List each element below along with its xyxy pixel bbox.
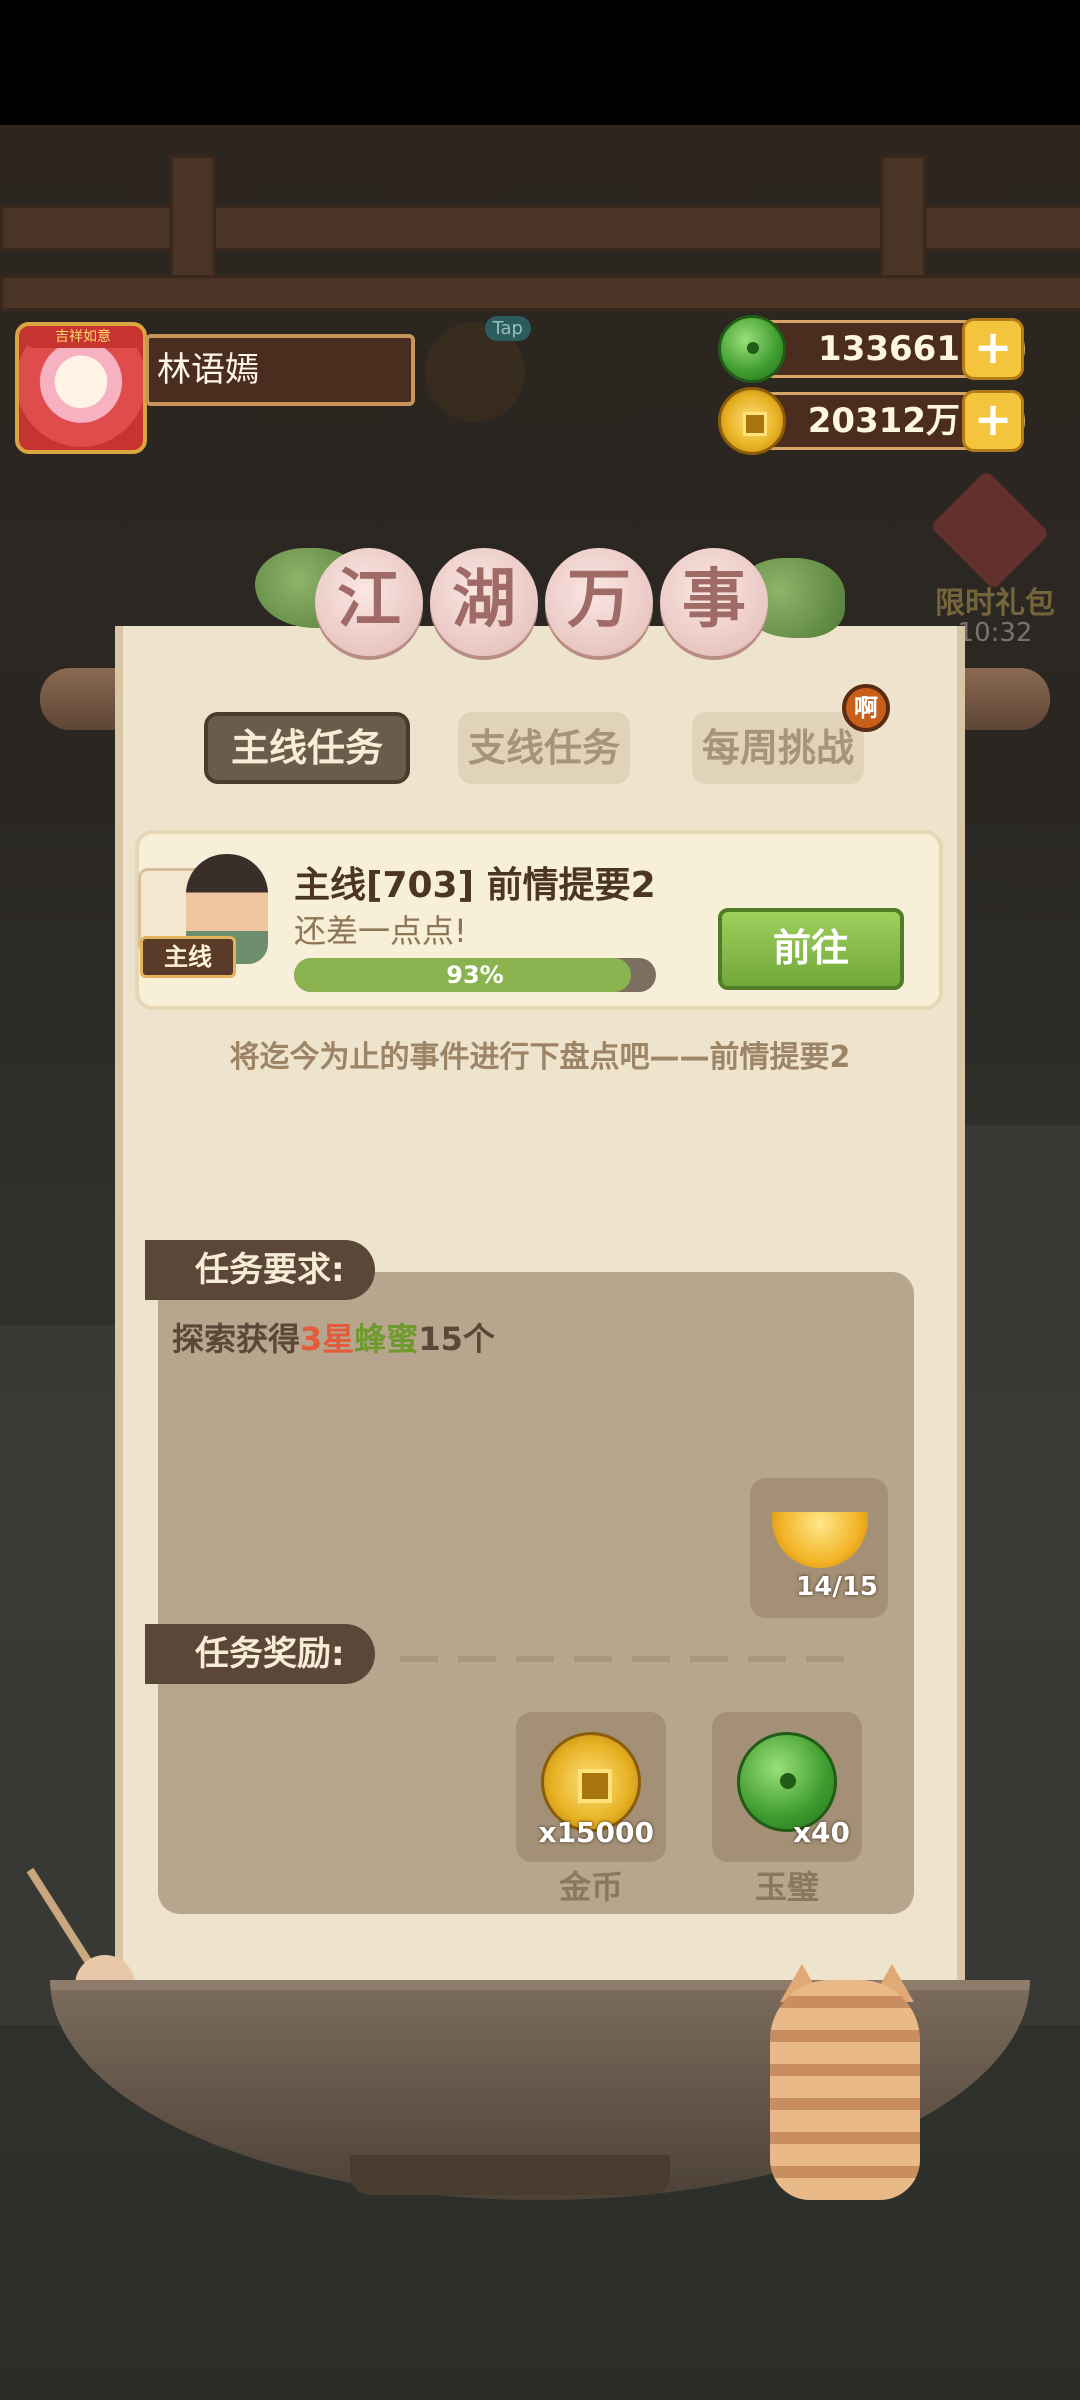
quest-title: 主线[703] 前情提要2 — [294, 865, 656, 906]
req-star: 3星 — [300, 1320, 355, 1358]
gift-label: 限时礼包 — [935, 586, 1055, 621]
progress-label: 93% — [446, 961, 504, 989]
add-coins-button[interactable]: + — [962, 390, 1024, 452]
cat-body — [770, 1980, 920, 2200]
reward-label: 任务奖励: — [145, 1624, 375, 1684]
quest-description: 将迄今为止的事件进行下盘点吧——前情提要2 — [229, 1040, 851, 1075]
req-prefix: 探索获得 — [172, 1320, 301, 1358]
title-char: 江 — [315, 548, 423, 656]
jade-counter: 133661 + — [718, 315, 1025, 383]
reward-qty: x15000 — [538, 1816, 654, 1849]
quest-progress-bar: 93% — [294, 958, 656, 992]
weekly-notification-badge: 啊 — [842, 684, 890, 732]
street-building — [960, 1125, 1080, 2025]
tab-main-quests[interactable]: 主线任务 — [204, 712, 410, 784]
bowl-base — [350, 2155, 670, 2195]
honey-bowl-icon — [772, 1512, 868, 1568]
reward-name: 玉璧 — [754, 1868, 819, 1906]
avatar-badge: 吉祥如意 — [27, 326, 139, 348]
player-avatar[interactable]: 吉祥如意 — [15, 322, 147, 454]
cat-decoration — [750, 1960, 950, 2210]
go-button[interactable]: 前往 — [718, 908, 904, 990]
honey-count: 14/15 — [796, 1572, 878, 1602]
coin-counter: 20312万 + — [718, 387, 1025, 455]
title-char: 湖 — [430, 548, 538, 656]
panel-title: 江 湖 万 事 — [255, 548, 845, 658]
reward-name: 金币 — [558, 1868, 623, 1906]
coin-amount: 20312万 — [807, 401, 960, 441]
jade-amount: 133661 — [818, 329, 960, 369]
gift-box-icon — [929, 469, 1051, 591]
tap-coin-button[interactable]: Tap — [425, 316, 531, 422]
req-item: 蜂蜜 — [354, 1320, 419, 1358]
title-char: 事 — [660, 548, 768, 656]
add-jade-button[interactable]: + — [962, 318, 1024, 380]
divider — [400, 1656, 850, 1662]
tap-label: Tap — [484, 316, 531, 341]
title-char: 万 — [545, 548, 653, 656]
quest-type-tag: 主线 — [140, 936, 236, 978]
requirement-label: 任务要求: — [145, 1240, 375, 1300]
requirement-text: 探索获得3星蜂蜜15个 — [172, 1314, 495, 1360]
req-suffix: 15个 — [418, 1320, 495, 1358]
reward-slot-jade[interactable]: x40 — [712, 1712, 862, 1862]
tab-weekly-challenge[interactable]: 每周挑战 — [692, 712, 864, 784]
jade-icon — [718, 315, 786, 383]
roof-beam — [0, 275, 1080, 311]
quest-subtitle: 还差一点点! — [294, 912, 467, 950]
honey-item-slot[interactable]: 14/15 — [750, 1478, 888, 1618]
player-name: 林语嫣 — [145, 334, 415, 406]
tab-side-quests[interactable]: 支线任务 — [458, 712, 630, 784]
reward-slot-coins[interactable]: x15000 — [516, 1712, 666, 1862]
coin-icon — [718, 387, 786, 455]
reward-qty: x40 — [792, 1816, 850, 1849]
